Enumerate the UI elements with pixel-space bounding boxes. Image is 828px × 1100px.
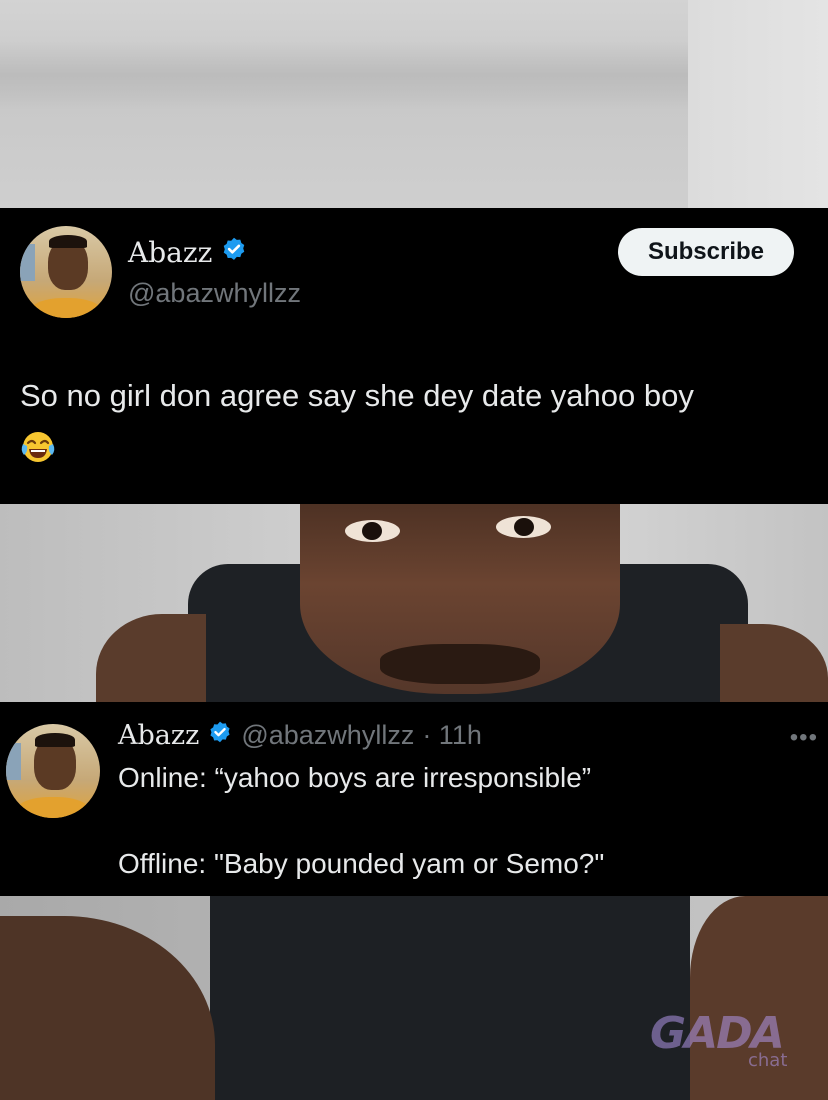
display-name[interactable]: Abazz <box>128 236 212 269</box>
tweet-card-1: Abazz @abazwhyllzz Subscribe So no girl … <box>0 208 828 504</box>
tweet-text-line-1: Online: “yahoo boys are irresponsible” <box>118 762 592 793</box>
left-pupil <box>362 522 382 540</box>
display-name[interactable]: Abazz <box>118 720 199 751</box>
left-shoulder <box>96 614 206 702</box>
name-row: Abazz <box>128 236 248 269</box>
handle[interactable]: @abazwhyllzz <box>241 720 414 751</box>
tweet-text: So no girl don agree say she dey date ya… <box>20 378 694 413</box>
verified-badge-icon <box>220 236 248 269</box>
background-photo-top <box>0 0 828 208</box>
right-pupil <box>514 518 534 536</box>
tweet-card-2: Abazz @abazwhyllzz · 11h ••• Online: “ya… <box>0 702 828 896</box>
door-edge <box>688 0 828 208</box>
name-row: Abazz @abazwhyllzz · 11h <box>118 720 482 751</box>
avatar[interactable] <box>6 724 100 818</box>
background-photo-middle <box>0 504 828 702</box>
watermark-subtext: chat <box>748 1050 788 1071</box>
gada-watermark-logo: GADA chat <box>650 1008 800 1078</box>
black-tank-top-lower <box>210 896 690 1100</box>
subscribe-button[interactable]: Subscribe <box>618 228 794 276</box>
timestamp[interactable]: · 11h <box>422 720 482 751</box>
mustache <box>380 644 540 684</box>
handle[interactable]: @abazwhyllzz <box>128 278 301 309</box>
left-arm <box>0 916 215 1100</box>
laughing-tears-emoji-icon <box>20 430 56 464</box>
right-shoulder <box>720 624 828 702</box>
verified-badge-icon <box>207 720 233 751</box>
more-options-icon[interactable]: ••• <box>790 724 818 752</box>
avatar[interactable] <box>20 226 112 318</box>
tweet-text-line-2: Offline: "Baby pounded yam or Semo?" <box>118 848 605 879</box>
